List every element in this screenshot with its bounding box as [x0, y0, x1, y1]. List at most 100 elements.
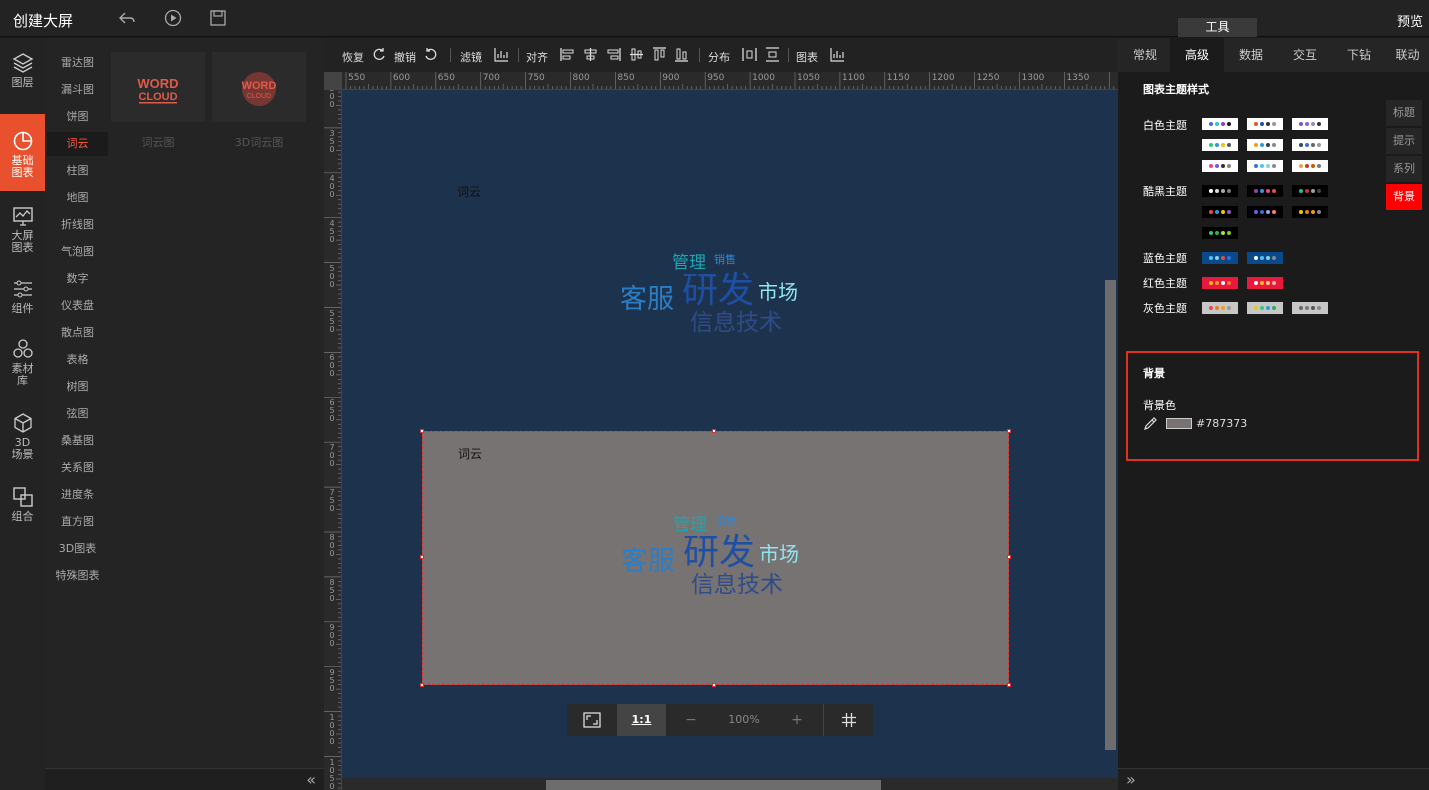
theme-swatch[interactable]	[1292, 139, 1328, 151]
nav-item-basic-charts[interactable]: 基础图表	[0, 114, 45, 191]
distribute-button[interactable]: 分布	[708, 49, 730, 65]
eyedropper-icon[interactable]	[1143, 416, 1158, 431]
align-right-icon[interactable]	[606, 47, 621, 62]
zoom-in-button[interactable]: +	[772, 704, 822, 736]
resize-handle[interactable]	[1007, 683, 1011, 687]
theme-swatch[interactable]	[1247, 302, 1283, 314]
theme-swatch[interactable]	[1292, 302, 1328, 314]
category-item[interactable]: 雷达图	[47, 51, 108, 75]
preview-button[interactable]: 预览	[1397, 11, 1423, 30]
theme-swatch[interactable]	[1202, 252, 1238, 264]
category-item[interactable]: 柱图	[47, 159, 108, 183]
zoom-out-button[interactable]: −	[666, 704, 716, 736]
resize-handle[interactable]	[1007, 555, 1011, 559]
nav-item-combine[interactable]: 组合	[0, 486, 45, 523]
theme-swatch[interactable]	[1202, 160, 1238, 172]
resize-handle[interactable]	[420, 429, 424, 433]
nav-item-screen-charts[interactable]: 大屏图表	[0, 205, 45, 254]
theme-swatch[interactable]	[1202, 185, 1238, 197]
distribute-v-icon[interactable]	[765, 47, 780, 62]
tab-1[interactable]: 高级	[1170, 38, 1224, 72]
fit-screen-button[interactable]	[567, 704, 617, 736]
category-item[interactable]: 仪表盘	[47, 294, 108, 318]
tab-0[interactable]: 常规	[1118, 38, 1172, 72]
vertical-scrollbar[interactable]	[1105, 90, 1118, 778]
grid-toggle-button[interactable]	[823, 704, 873, 736]
theme-swatch[interactable]	[1202, 206, 1238, 218]
wordcloud-widget-selected[interactable]: 词云 管理 销售 研发 市场 客服 信息技术	[420, 429, 1011, 687]
theme-swatch[interactable]	[1292, 160, 1328, 172]
tab-3[interactable]: 交互	[1278, 38, 1332, 72]
category-item[interactable]: 散点图	[47, 321, 108, 345]
category-item[interactable]: 桑基图	[47, 429, 108, 453]
align-bottom-icon[interactable]	[674, 47, 689, 62]
save-icon[interactable]	[209, 9, 227, 27]
theme-swatch[interactable]	[1247, 206, 1283, 218]
resize-handle[interactable]	[1007, 429, 1011, 433]
theme-swatch[interactable]	[1202, 227, 1238, 239]
tab-4[interactable]: 下钻	[1332, 38, 1386, 72]
collapse-left-icon[interactable]: «	[306, 770, 316, 789]
nav-item-layers[interactable]: 图层	[0, 52, 45, 89]
horizontal-scrollbar[interactable]	[342, 778, 1118, 790]
vertical-ruler[interactable]: 300 350 400 450 500 550 600 650 700 750 800 850 900 9…	[324, 90, 342, 790]
theme-swatch[interactable]	[1247, 139, 1283, 151]
undo-button[interactable]: 撤销	[394, 49, 416, 65]
undo-icon[interactable]	[424, 47, 439, 62]
nav-item-materials[interactable]: 素材库	[0, 338, 45, 387]
tab-2[interactable]: 数据	[1224, 38, 1278, 72]
align-middle-v-icon[interactable]	[629, 47, 644, 62]
theme-swatch[interactable]	[1202, 277, 1238, 289]
category-item[interactable]: 表格	[47, 348, 108, 372]
theme-swatch[interactable]	[1247, 252, 1283, 264]
canvas-stage[interactable]: 词云 管理 销售 研发 市场 客服 信息技术 词云 管理 销售 研发 市场 客服 信息技术	[342, 90, 1105, 778]
horizontal-ruler[interactable]: 550 600 650 700 750 800 850 900 950 1000 1050 1100 1…	[342, 72, 1118, 90]
filter-chart-icon[interactable]	[494, 47, 509, 62]
theme-swatch[interactable]	[1247, 160, 1283, 172]
redo-icon[interactable]	[371, 47, 386, 62]
category-item[interactable]: 3D图表	[47, 537, 108, 561]
theme-swatch[interactable]	[1247, 118, 1283, 130]
category-item[interactable]: 数字	[47, 267, 108, 291]
chart-button[interactable]: 图表	[796, 49, 818, 65]
side-tab-0[interactable]: 标题	[1386, 100, 1422, 126]
side-tab-2[interactable]: 系列	[1386, 156, 1422, 182]
theme-swatch[interactable]	[1292, 185, 1328, 197]
align-center-h-icon[interactable]	[583, 47, 598, 62]
distribute-h-icon[interactable]	[742, 47, 757, 62]
thumb-3d-wordcloud[interactable]: WORD CLOUD	[212, 52, 306, 122]
tools-tab[interactable]: 工具	[1178, 18, 1257, 37]
category-item[interactable]: 特殊图表	[47, 564, 108, 588]
align-top-icon[interactable]	[652, 47, 667, 62]
thumb-wordcloud[interactable]: WORD CLOUD	[111, 52, 205, 122]
category-item[interactable]: 折线图	[47, 213, 108, 237]
category-item[interactable]: 气泡图	[47, 240, 108, 264]
nav-item-3d-scene[interactable]: 3D场景	[0, 412, 45, 461]
background-color-value[interactable]: #787373	[1196, 417, 1247, 430]
resize-handle[interactable]	[420, 555, 424, 559]
category-item[interactable]: 漏斗图	[47, 78, 108, 102]
category-item[interactable]: 关系图	[47, 456, 108, 480]
scroll-thumb[interactable]	[546, 780, 881, 790]
category-item[interactable]: 地图	[47, 186, 108, 210]
theme-swatch[interactable]	[1202, 139, 1238, 151]
side-tab-1[interactable]: 提示	[1386, 128, 1422, 154]
collapse-right-icon[interactable]: »	[1126, 770, 1136, 789]
align-left-icon[interactable]	[560, 47, 575, 62]
theme-swatch[interactable]	[1247, 185, 1283, 197]
resize-handle[interactable]	[420, 683, 424, 687]
tab-5[interactable]: 联动	[1386, 38, 1429, 72]
background-color-swatch[interactable]	[1166, 418, 1192, 429]
zoom-1-1-button[interactable]: 1:1	[617, 704, 666, 736]
category-item[interactable]: 直方图	[47, 510, 108, 534]
align-button[interactable]: 对齐	[526, 49, 548, 65]
theme-swatch[interactable]	[1292, 118, 1328, 130]
filter-button[interactable]: 滤镜	[460, 49, 482, 65]
theme-swatch[interactable]	[1247, 277, 1283, 289]
resize-handle[interactable]	[712, 429, 716, 433]
theme-swatch[interactable]	[1202, 302, 1238, 314]
back-icon[interactable]	[118, 9, 136, 27]
theme-swatch[interactable]	[1292, 206, 1328, 218]
resize-handle[interactable]	[712, 683, 716, 687]
wordcloud-widget[interactable]: 词云 管理 销售 研发 市场 客服 信息技术	[422, 170, 1008, 424]
